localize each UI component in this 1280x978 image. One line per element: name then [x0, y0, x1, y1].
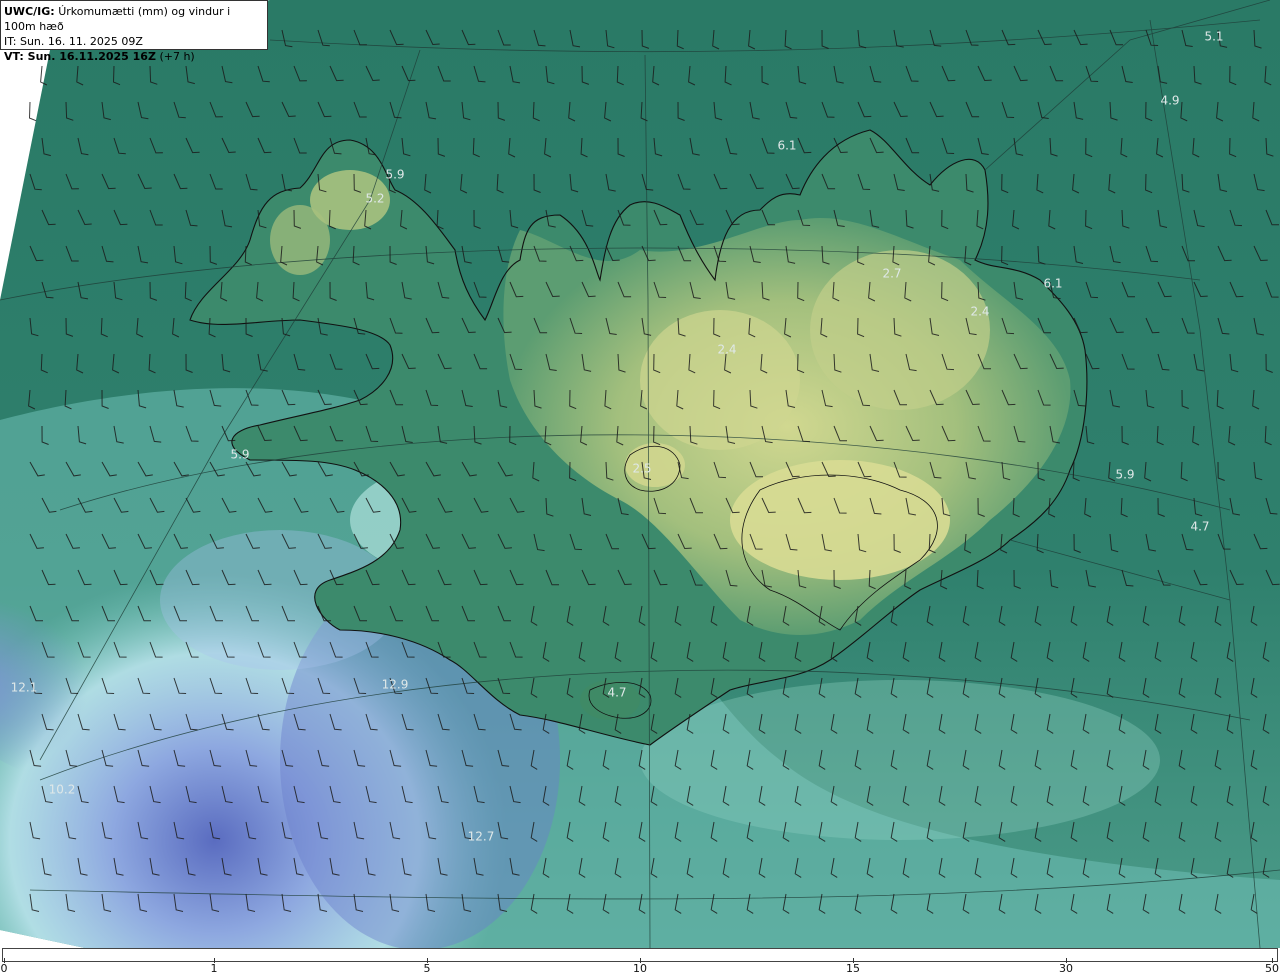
- value-label-southeast-sea: 4.7: [1190, 520, 1209, 534]
- forecast-offset: (+7 h): [159, 50, 195, 63]
- value-label-ne-corner: 5.1: [1204, 30, 1223, 44]
- value-label-westfjords-inland: 5.2: [365, 192, 384, 206]
- colorbar-tick-mark: [640, 958, 641, 963]
- value-label-west-sea: 12.1: [11, 681, 38, 695]
- colorbar-tick-mark: [427, 958, 428, 963]
- colorbar-tick-mark: [1272, 958, 1273, 963]
- value-label-southwest-sea: 12.9: [382, 678, 409, 692]
- value-label-north-sea: 6.1: [777, 139, 796, 153]
- value-label-northeast-highland: 2.7: [882, 267, 901, 281]
- value-label-langjokull: 2.5: [632, 462, 651, 476]
- colorbar-tick-label: 50: [1265, 962, 1279, 975]
- value-label-east-highland: 2.4: [970, 305, 989, 319]
- value-label-east-coast: 6.1: [1043, 277, 1062, 291]
- colorbar-tick-mark: [214, 958, 215, 963]
- value-label-south-sea: 12.7: [468, 830, 495, 844]
- value-label-central-north: 2.4: [717, 343, 736, 357]
- value-label-far-southwest: 10.2: [49, 783, 76, 797]
- value-label-east-sea: 5.9: [1115, 468, 1134, 482]
- colorbar-tick-label: 10: [633, 962, 647, 975]
- model-name: UWC/IG:: [4, 5, 55, 18]
- colorbar-tick-label: 0: [0, 962, 8, 975]
- value-label-ne-sea: 4.9: [1160, 94, 1179, 108]
- colorbar-tick-mark: [1066, 958, 1067, 963]
- value-label-snaefellsnes: 5.9: [230, 448, 249, 462]
- colorbar-tick-label: 30: [1059, 962, 1073, 975]
- colorbar-tick-mark: [4, 958, 5, 963]
- value-label-eyjafjallajokull: 4.7: [607, 686, 626, 700]
- forecast-map: 5.14.96.15.95.22.76.12.42.42.5 5.94.75.94…: [0, 0, 1280, 948]
- map-title-box: UWC/IG: Úrkomumætti (mm) og vindur i 100…: [0, 0, 268, 63]
- issue-time: IT: Sun. 16. 11. 2025 09Z: [4, 35, 143, 48]
- colorbar-tick-mark: [853, 958, 854, 963]
- valid-time: VT: Sun. 16.11.2025 16Z: [4, 50, 156, 63]
- colorbar-tick-label: 5: [423, 962, 431, 975]
- colorbar-tick-label: 15: [846, 962, 860, 975]
- value-label-westfjords: 5.9: [385, 168, 404, 182]
- colorbar-tick-label: 1: [210, 962, 218, 975]
